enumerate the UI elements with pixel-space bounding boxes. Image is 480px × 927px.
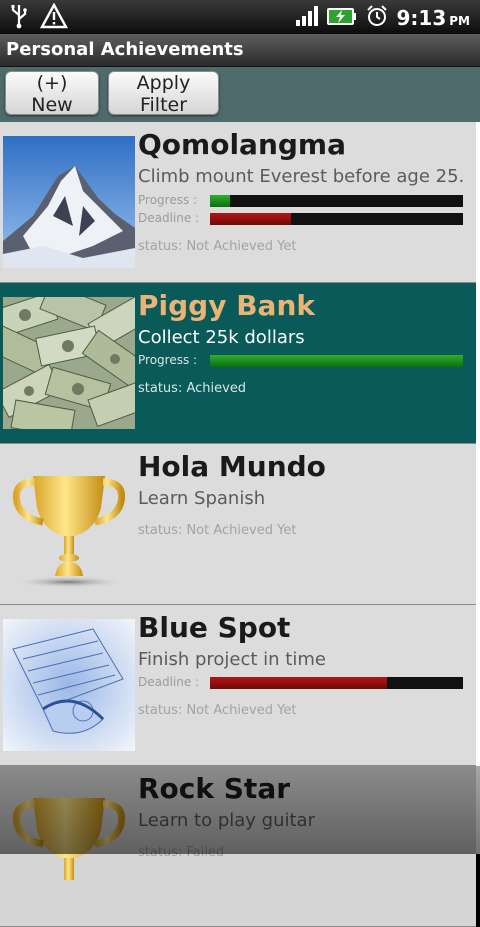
app-title-bar: Personal Achievements	[0, 34, 480, 67]
trophy-image	[3, 458, 135, 590]
achievement-description: Collect 25k dollars	[138, 327, 305, 348]
progress-fill	[210, 195, 231, 207]
app-title: Personal Achievements	[6, 39, 244, 60]
achievement-description: Climb mount Everest before age 25.	[138, 166, 465, 187]
clock-time: 9:13 PM	[396, 6, 471, 30]
achievement-status: status: Not Achieved Yet	[138, 239, 297, 254]
progress-bar	[210, 195, 463, 207]
achievement-description: Learn Spanish	[138, 488, 266, 509]
list-scrollbar[interactable]	[476, 122, 480, 854]
progress-label: Progress :	[138, 353, 198, 367]
deadline-label: Deadline :	[138, 675, 200, 689]
deadline-fill	[210, 213, 291, 225]
achievement-list: Qomolangma Climb mount Everest before ag…	[0, 122, 480, 927]
alarm-icon	[365, 4, 389, 32]
achievement-status: status: Achieved	[138, 381, 247, 396]
achievement-title: Qomolangma	[138, 128, 346, 161]
mountain-image	[3, 136, 135, 268]
list-item[interactable]: Hola Mundo Learn Spanish status: Not Ach…	[0, 444, 476, 605]
deadline-label: Deadline :	[138, 211, 200, 225]
status-bar: 9:13 PM	[0, 0, 480, 34]
warning-icon	[39, 2, 69, 33]
achievement-title: Hola Mundo	[138, 450, 326, 483]
new-button[interactable]: (+) New	[5, 71, 99, 116]
achievement-status: status: Not Achieved Yet	[138, 703, 297, 718]
achievement-description: Finish project in time	[138, 649, 326, 670]
battery-charging-icon	[326, 5, 357, 31]
toolbar: (+) New Apply Filter	[0, 67, 480, 122]
signal-icon	[295, 5, 319, 31]
deadline-bar	[210, 213, 463, 225]
achievement-status: status: Not Achieved Yet	[138, 523, 297, 538]
list-item[interactable]: Rock Star Learn to play guitar status: F…	[0, 766, 476, 927]
progress-bar	[210, 355, 463, 367]
achievement-title: Piggy Bank	[138, 289, 315, 322]
list-item[interactable]: Blue Spot Finish project in time Deadlin…	[0, 605, 476, 766]
trophy-image	[3, 780, 135, 912]
list-item[interactable]: Piggy Bank Collect 25k dollars Progress …	[0, 283, 476, 444]
progress-label: Progress :	[138, 193, 198, 207]
deadline-bar	[210, 677, 463, 689]
achievement-status: status: Failed	[138, 845, 225, 860]
achievement-description: Learn to play guitar	[138, 810, 315, 831]
achievement-title: Rock Star	[138, 772, 291, 805]
achievement-title: Blue Spot	[138, 611, 291, 644]
list-item[interactable]: Qomolangma Climb mount Everest before ag…	[0, 122, 476, 283]
money-image	[0, 283, 155, 439]
blueprint-image	[3, 619, 135, 751]
usb-icon	[8, 3, 30, 33]
progress-fill	[210, 355, 463, 367]
apply-filter-button[interactable]: Apply Filter	[108, 71, 219, 116]
deadline-fill	[210, 677, 388, 689]
